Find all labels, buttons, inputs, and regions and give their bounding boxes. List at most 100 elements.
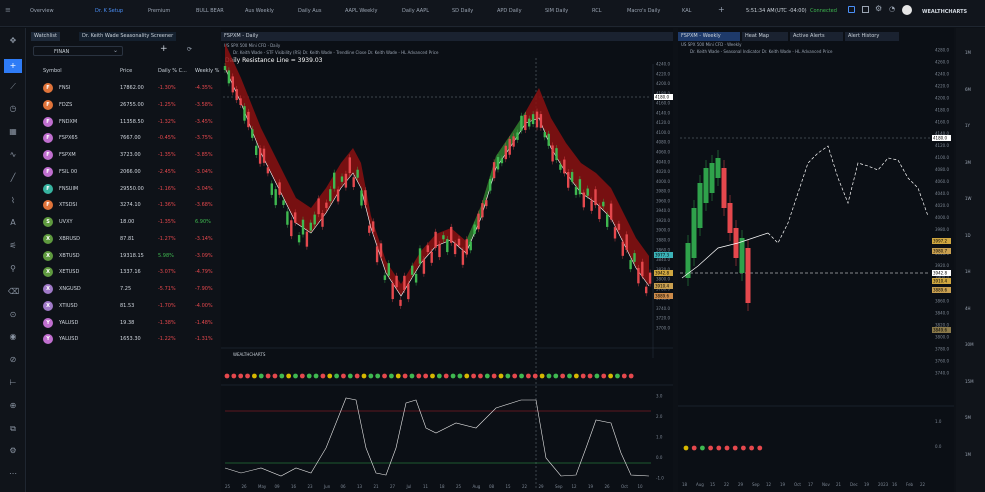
tab-bull-bear[interactable]: BULL BEAR	[196, 8, 224, 14]
lock-icon[interactable]: ⊙	[8, 310, 18, 320]
watchlist-row[interactable]: X XNGUSD 7.25 -5.71% -7.90%	[27, 281, 220, 297]
timeframe-30m[interactable]: 30M	[965, 342, 974, 347]
timeframe-3m[interactable]: 3M	[965, 160, 971, 165]
osc-tick-label: 1.0	[656, 435, 663, 440]
gear-icon[interactable]: ⚙	[875, 4, 882, 13]
watchlist-row[interactable]: F FSIL 00 2066.00 -2.45% -3.04%	[27, 164, 220, 180]
col-weekly[interactable]: Weekly %	[195, 68, 219, 74]
tab-daily-aapl[interactable]: Daily AAPL	[402, 8, 429, 14]
ruler-icon[interactable]: ⚟	[8, 241, 18, 251]
brush-icon[interactable]: ⌇	[8, 196, 18, 206]
add-tab-button[interactable]: +	[718, 5, 725, 14]
crosshair-icon[interactable]: ✥	[8, 36, 18, 46]
watchlist-row[interactable]: F FDZS 26755.00 -1.25% -3.58%	[27, 97, 220, 113]
timeframe-6m[interactable]: 6M	[965, 87, 971, 92]
tab-dr-k-setup[interactable]: Dr. K Setup	[95, 8, 123, 14]
tab-rcl[interactable]: RCL	[592, 8, 602, 14]
watchlist-row[interactable]: F FNSUIM 29550.00 -1.16% -3.04%	[27, 181, 220, 197]
bell-icon[interactable]: ◔	[889, 5, 895, 13]
candle-body	[426, 245, 429, 252]
watchlist-row[interactable]: Y YALUSD 19.38 -1.38% -1.48%	[27, 315, 220, 331]
main-price-chart[interactable]: 4240.0 4220.0 4200.0 4180.04160.0 4140.0 4120…	[221, 28, 673, 492]
tab-aus-weekly[interactable]: Aus Weekly	[245, 8, 274, 14]
right-price-tick: 3780.0	[935, 347, 949, 352]
eraser-icon[interactable]: ⌫	[8, 287, 19, 297]
timeframe-1m[interactable]: 1M	[965, 50, 971, 55]
timeframe-4h[interactable]: 4H	[965, 306, 971, 311]
symbol-badge: X	[43, 300, 53, 311]
candle-body	[223, 66, 227, 70]
tab-overview[interactable]: Overview	[30, 8, 54, 14]
zoom-icon[interactable]: ⊕	[8, 401, 18, 411]
watchlist-row[interactable]: X XETUSD 1337.16 -3.07% -4.79%	[27, 264, 220, 280]
tab-sim-daily[interactable]: SIM Daily	[545, 8, 568, 14]
resistance-band-area	[225, 43, 649, 296]
timeframe-1w[interactable]: 1W	[965, 196, 972, 201]
watchlist-row[interactable]: X XBRUSD 87.81 -1.27% -3.14%	[27, 231, 220, 247]
watchlist-row[interactable]: F FNDXM 11358.50 -1.32% -3.45%	[27, 114, 220, 130]
clock-icon[interactable]: ◷	[8, 104, 18, 114]
watchlist-row[interactable]: X XTIUSD 81.53 -1.70% -4.00%	[27, 298, 220, 314]
eye-icon[interactable]: ◉	[8, 332, 18, 342]
weekly-price-chart[interactable]: 4280.0 4260.0 4240.0 4220.0 4200.0 4180.0 4160…	[678, 28, 954, 492]
timeframe-1m[interactable]: 1M	[965, 452, 971, 457]
measure-icon[interactable]: ⊢	[8, 378, 18, 388]
save-icon[interactable]	[848, 6, 855, 13]
watchlist-row[interactable]: X XBTUSD 19318.15 5.98% -3.09%	[27, 248, 220, 264]
magnet-icon[interactable]: ⚲	[8, 264, 18, 274]
tab-sd-daily[interactable]: SD Daily	[452, 8, 473, 14]
weekly-change: -3.85%	[195, 152, 213, 158]
watchlist-row[interactable]: F FNSI 17862.00 -1.30% -4.35%	[27, 80, 220, 96]
candle-body	[606, 214, 609, 227]
seasonality-tab[interactable]: Dr. Keith Wade Seasonality Screener	[79, 32, 177, 41]
tab-aapl-weekly[interactable]: AAPL Weekly	[345, 8, 377, 14]
date-tick-label: 08	[489, 484, 495, 489]
trash-icon[interactable]: ⊘	[8, 355, 18, 365]
tab-daily-aus[interactable]: Daily Aus	[298, 8, 321, 14]
text-icon[interactable]: A	[8, 218, 18, 228]
timeframe-1h[interactable]: 1H	[965, 269, 971, 274]
timeframe-15m[interactable]: 15M	[965, 379, 974, 384]
menu-icon[interactable]: ≡	[5, 6, 11, 14]
weekly-change: -3.04%	[195, 168, 213, 175]
weekly-change: -1.48%	[195, 319, 213, 326]
signal-dot	[293, 373, 298, 379]
tab-apd-daily[interactable]: APD Daily	[497, 8, 522, 14]
signal-dot	[341, 373, 346, 379]
watchlist-row[interactable]: Y YALUSD 1653.30 -1.22% -1.31%	[27, 331, 220, 347]
image-icon[interactable]	[862, 6, 869, 13]
link-icon[interactable]: ⟳	[187, 46, 192, 53]
price: 1337.16	[120, 269, 141, 276]
tab-macro-s-daily[interactable]: Macro's Daily	[627, 8, 660, 14]
avatar[interactable]	[902, 5, 912, 15]
tab-kal[interactable]: KAL	[682, 8, 691, 14]
trend-icon[interactable]: ∿	[8, 150, 18, 160]
candle-body	[567, 172, 570, 188]
tab-premium[interactable]: Premium	[148, 8, 170, 14]
col-daily[interactable]: Daily % C...	[158, 68, 187, 74]
price-tick-label: 3980.0	[656, 189, 670, 194]
watchlist-row[interactable]: F XTSDSI 3274.10 -1.36% -3.68%	[27, 197, 220, 213]
watchlist-row[interactable]: F FSPXM 3723.00 -1.35% -3.85%	[27, 147, 220, 163]
timeframe-5m[interactable]: 5M	[965, 415, 971, 420]
right-chart-panel[interactable]: FSPXM - Weekly Heat Map Active Alerts Alert…	[678, 28, 954, 492]
timeframe-1y[interactable]: 1Y	[965, 123, 970, 128]
layers-icon[interactable]: ⧉	[8, 424, 18, 434]
col-price[interactable]: Price	[120, 68, 132, 74]
date-tick-label: 10	[638, 484, 644, 489]
watchlist-tab[interactable]: Watchlist	[31, 32, 60, 41]
main-chart-panel[interactable]: FSPXM - Daily US SPX 500 Mini CFD · Dail…	[221, 28, 673, 492]
calendar-icon[interactable]: ▦	[8, 127, 18, 137]
line-icon[interactable]: ⟋	[8, 82, 18, 92]
add-symbol-button[interactable]: +	[160, 44, 168, 54]
price-label: 4180.0	[655, 95, 669, 100]
watchlist-row[interactable]: F FSPX65 7667.00 -0.45% -3.75%	[27, 130, 220, 146]
timeframe-1d[interactable]: 1D	[965, 233, 971, 238]
watchlist-row[interactable]: S UVXY 18.00 -1.35% 6.90%	[27, 214, 220, 230]
plus-icon[interactable]: +	[4, 58, 22, 73]
list-selector[interactable]: FINAN ⌄	[33, 46, 123, 56]
more-icon[interactable]: ⋯	[8, 469, 18, 479]
settings-icon[interactable]: ⚙	[8, 446, 18, 456]
col-symbol[interactable]: Symbol	[43, 68, 62, 74]
pencil-icon[interactable]: ╱	[8, 173, 18, 183]
